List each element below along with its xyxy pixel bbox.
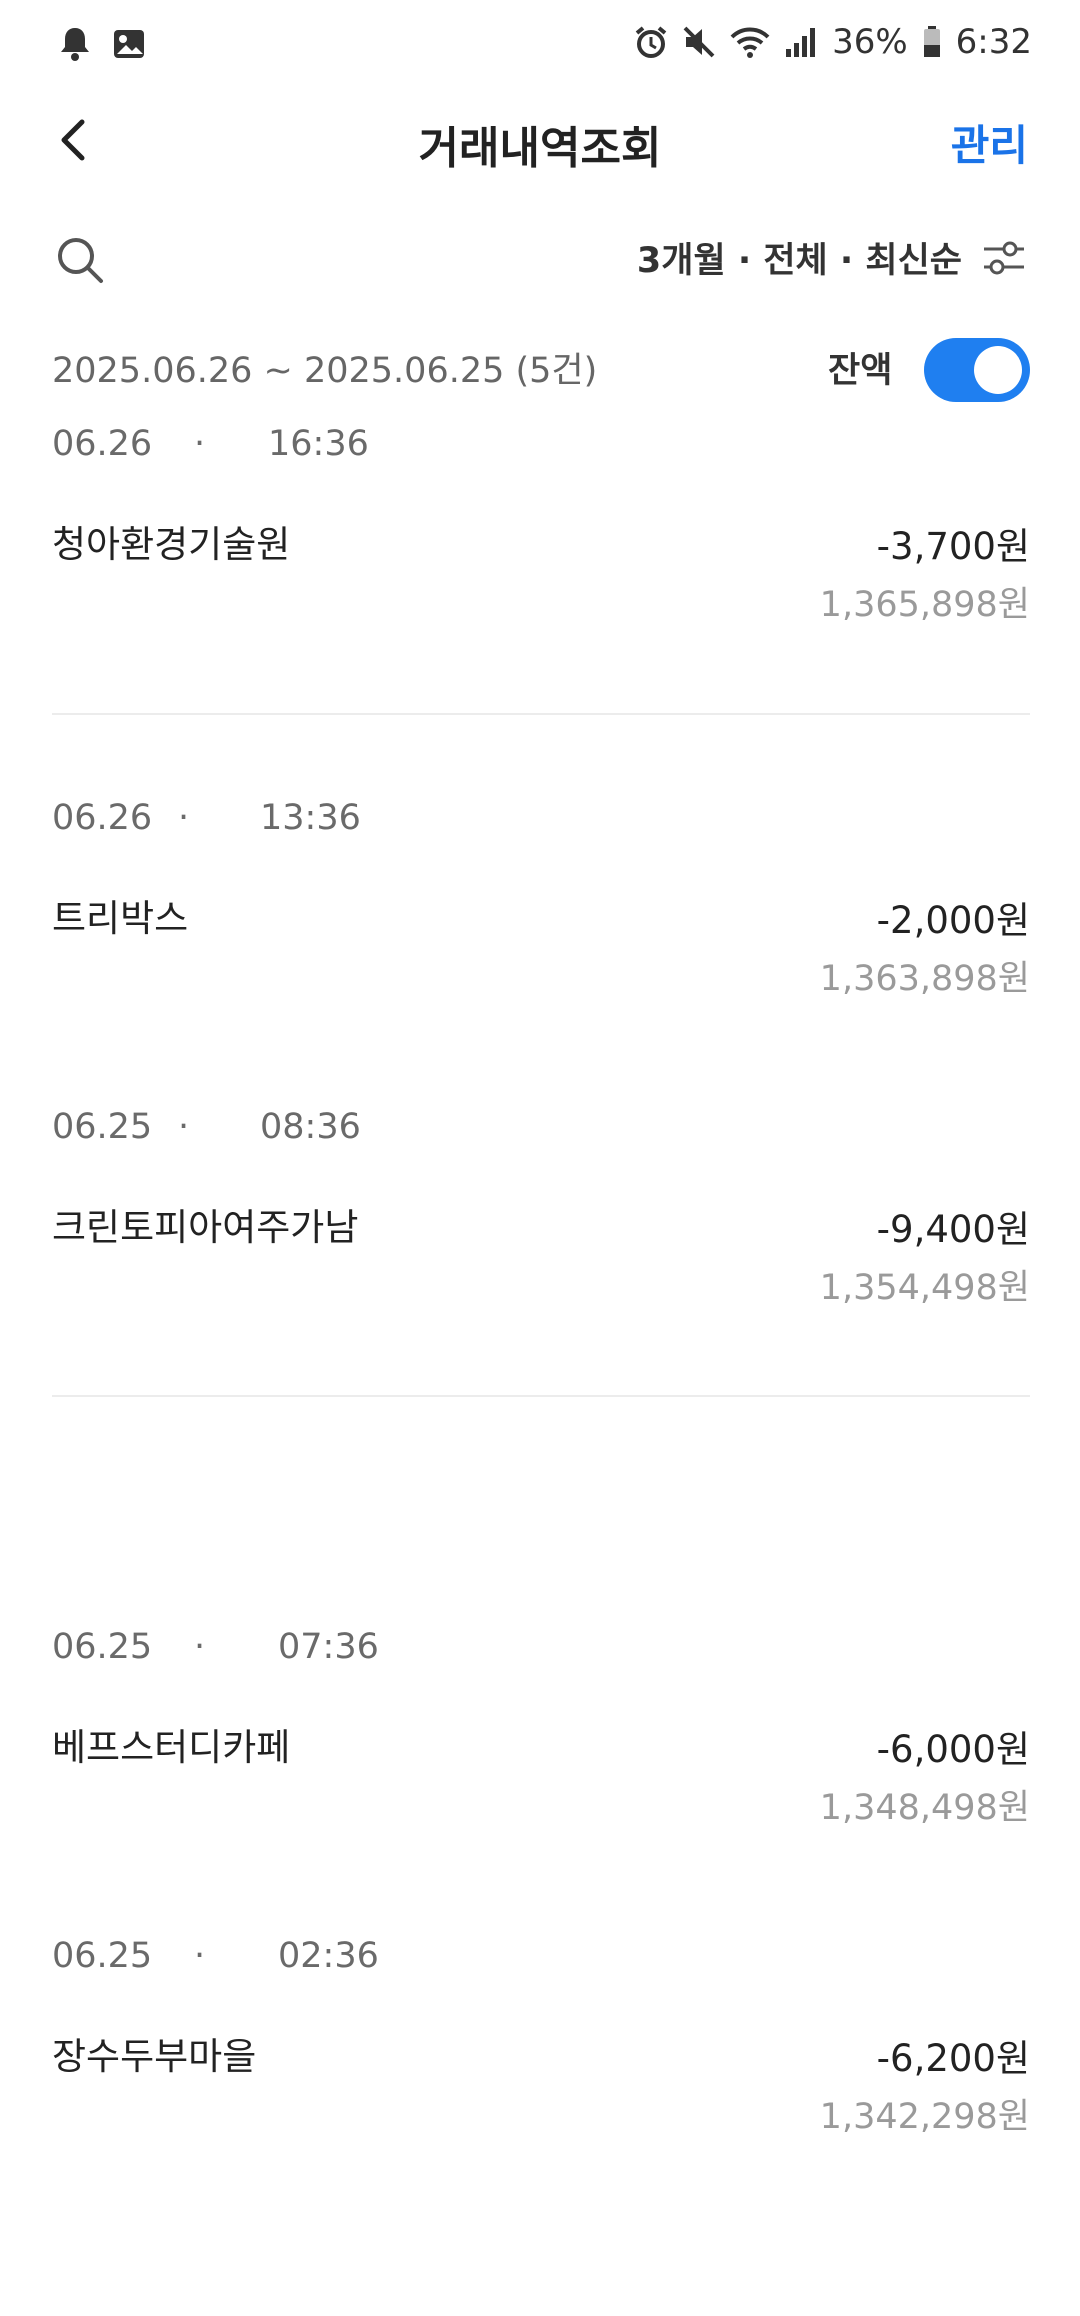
balance-toggle[interactable] — [924, 338, 1030, 402]
date-time-separator: · — [178, 1107, 190, 1147]
transaction-date: 06.25 — [52, 1107, 153, 1147]
wifi-icon — [730, 25, 770, 59]
notification-bell-icon — [60, 26, 90, 62]
date-time-separator: · — [194, 1936, 206, 1976]
transaction-balance: 1,348,498원 — [819, 1788, 1030, 1828]
alarm-icon — [634, 25, 668, 59]
battery-percent: 36% — [832, 22, 908, 62]
transaction-date: 06.26 — [52, 424, 153, 464]
transaction-balance: 1,354,498원 — [819, 1268, 1030, 1308]
battery-icon — [922, 25, 942, 59]
date-time-separator: · — [178, 798, 190, 838]
transaction-date: 06.25 — [52, 1936, 153, 1976]
transaction-balance: 1,365,898원 — [819, 585, 1030, 625]
transaction-item[interactable]: 06.26 · 16:36 청아환경기술원 -3,700원 1,365,898원 — [52, 424, 1030, 644]
transaction-balance: 1,363,898원 — [819, 959, 1030, 999]
transaction-item[interactable]: 06.26 · 13:36 트리박스 -2,000원 1,363,898원 — [52, 798, 1030, 1018]
transaction-item[interactable]: 06.25 · 08:36 크린토피아여주가남 -9,400원 1,354,49… — [52, 1107, 1030, 1327]
transaction-amount: -6,000원 — [876, 1728, 1030, 1771]
transaction-amount: -3,700원 — [876, 525, 1030, 568]
page-title: 거래내역조회 — [418, 123, 662, 174]
transaction-merchant: 트리박스 — [52, 897, 189, 940]
status-bar: 36% 6:32 — [0, 0, 1080, 96]
filter-button[interactable]: 3개월 · 전체 · 최신순 — [637, 232, 1028, 283]
transaction-merchant: 청아환경기술원 — [52, 523, 291, 566]
search-icon — [58, 238, 103, 283]
transaction-time: 07:36 — [278, 1627, 379, 1667]
transaction-date: 06.26 — [52, 798, 153, 838]
transaction-merchant: 크린토피아여주가남 — [52, 1206, 359, 1249]
signal-icon — [784, 25, 818, 59]
transaction-time: 13:36 — [260, 798, 361, 838]
transaction-amount: -2,000원 — [876, 899, 1030, 942]
transaction-time: 16:36 — [268, 424, 369, 464]
transaction-merchant: 장수두부마을 — [52, 2035, 257, 2078]
transaction-amount: -6,200원 — [876, 2037, 1030, 2080]
gallery-image-icon — [112, 28, 146, 60]
filter-settings-icon — [984, 241, 1024, 274]
transaction-merchant: 베프스터디카페 — [52, 1726, 291, 1769]
filter-label: 3개월 · 전체 · 최신순 — [636, 241, 962, 281]
search-button[interactable] — [52, 232, 108, 288]
date-time-separator: · — [194, 424, 206, 464]
transaction-balance: 1,342,298원 — [819, 2097, 1030, 2137]
transaction-time: 02:36 — [278, 1936, 379, 1976]
manage-button[interactable]: 관리 — [951, 112, 1028, 173]
clock: 6:32 — [955, 22, 1032, 62]
toggle-knob — [974, 346, 1022, 394]
date-range-summary: 2025.06.26 ~ 2025.06.25 (5건) — [52, 351, 598, 391]
divider — [52, 713, 1030, 715]
date-time-separator: · — [194, 1627, 206, 1667]
transaction-amount: -9,400원 — [876, 1208, 1030, 1251]
transaction-item[interactable]: 06.25 · 02:36 장수두부마을 -6,200원 1,342,298원 — [52, 1936, 1030, 2156]
balance-toggle-label: 잔액 — [828, 351, 893, 391]
mute-icon — [682, 25, 716, 59]
transaction-item[interactable]: 06.25 · 07:36 베프스터디카페 -6,000원 1,348,498원 — [52, 1627, 1030, 1847]
transaction-date: 06.25 — [52, 1627, 153, 1667]
transaction-time: 08:36 — [260, 1107, 361, 1147]
divider — [52, 1395, 1030, 1397]
